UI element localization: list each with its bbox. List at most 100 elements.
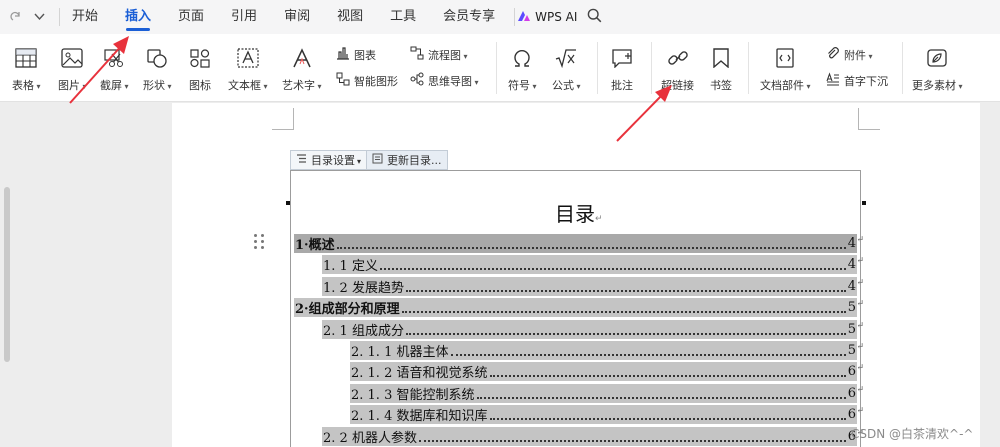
comment-button[interactable]: 批注 [611,34,633,93]
toc-entry[interactable]: 1. 1 定义 4 ↵ [322,255,864,274]
group-divider [597,42,598,94]
hyperlink-button[interactable]: 超链接 [661,34,694,93]
textbox-button[interactable]: 文本框 [228,34,268,93]
resize-handle[interactable] [862,201,866,205]
wordart-button[interactable]: 艺术字 [282,34,322,93]
paperclip-icon [826,46,840,63]
dot-leader [476,389,846,399]
toc-entry-text: 2. 1. 1 机器主体 [350,341,449,360]
toc-entry[interactable]: 2. 1. 2 语音和视觉系统 6 ↵ [350,362,864,381]
smartart-icon [336,72,350,89]
toc-entry[interactable]: 2. 2 机器人参数 6 ↵ [322,427,864,446]
toc-entry-label: 语音和视觉系统 [396,366,488,381]
dropcap-button[interactable]: 首字下沉 [826,72,888,89]
toc-entry-number: 2. 1. 4 [351,409,393,424]
symbol-button[interactable]: 符号 [508,34,537,93]
mindmap-label: 思维导图 [428,73,479,89]
toc-entry-label: 定义 [351,259,378,274]
redo-icon[interactable] [10,11,22,23]
toc-settings-button[interactable]: 目录设置 [291,151,366,169]
docparts-button[interactable]: 文档部件 [760,34,811,93]
screenshot-button[interactable]: 截屏 [100,34,129,93]
chevron-down-icon[interactable] [34,13,45,21]
tab-page[interactable]: 页面 [178,0,204,34]
toc-update-label: 更新目录... [387,154,442,167]
toc-settings-icon [296,153,307,167]
paragraph-mark: ↵ [856,342,864,352]
toc-entry-text: 2·组成部分和原理 [295,302,400,317]
toc-entry-label: 组成部分和原理 [308,302,400,317]
toc-entry-text: 2. 1. 4 数据库和知识库 [350,405,488,424]
tab-wps-ai[interactable]: WPS AI [517,10,577,25]
toc-entry-text: 2. 2 机器人参数 [322,427,417,446]
dot-leader [489,410,846,420]
wordart-label: 艺术字 [282,77,322,93]
more-materials-button[interactable]: 更多素材 [912,34,963,93]
toc-entry-text: 1. 2 发展趋势 [322,277,404,296]
tab-tools[interactable]: 工具 [390,0,416,34]
dot-leader [379,260,846,270]
flowchart-button[interactable]: 流程图 [410,46,468,63]
toc-entry-text: 2. 1 组成成分 [322,320,404,339]
drag-handle-icon[interactable] [254,234,265,249]
toc-entry[interactable]: 1. 2 发展趋势 4 ↵ [322,277,864,296]
tab-review[interactable]: 审阅 [284,0,310,34]
crop-mark [272,108,294,130]
comment-label: 批注 [611,79,633,92]
toc-entry[interactable]: 2·组成部分和原理 5 ↵ [294,298,864,317]
toc-toolbar: 目录设置 更新目录... [290,150,448,170]
picture-button[interactable]: 图片 [58,34,87,93]
dot-leader [450,346,846,356]
chart-button[interactable]: 图表 [336,46,376,63]
formula-button[interactable]: 公式 [552,34,581,93]
omega-icon [511,42,533,68]
tab-member[interactable]: 会员专享 [443,0,495,34]
tab-view[interactable]: 视图 [337,0,363,34]
crop-mark [858,108,880,130]
toc-entry-label: 数据库和知识库 [396,409,488,424]
toc-entry-label: 机器人参数 [351,431,417,446]
dropcap-label: 首字下沉 [844,74,888,88]
shape-button[interactable]: 形状 [143,34,172,93]
toc-entry-number: 2. 1. 1 [351,345,393,360]
group-divider [902,42,903,94]
toc-entry-label: 智能控制系统 [396,388,475,403]
toc-entry-number: 1. 2 [323,281,348,296]
toc-entry-number: 2. 2 [323,431,348,446]
dot-leader [405,325,846,335]
more-materials-label: 更多素材 [912,77,963,93]
tab-references[interactable]: 引用 [231,0,257,34]
toc-entry-number: 2. 1 [323,324,348,339]
paragraph-mark: ↵ [856,363,864,373]
search-icon[interactable] [587,8,602,27]
toc-entry[interactable]: 2. 1. 4 数据库和知识库 6 ↵ [350,405,864,424]
toc-update-button[interactable]: 更新目录... [366,151,447,169]
toc-entry[interactable]: 2. 1 组成成分 5 ↵ [322,320,864,339]
resize-handle[interactable] [286,201,290,205]
attachment-button[interactable]: 附件 [826,46,873,63]
toc-entry-text: 2. 1. 2 语音和视觉系统 [350,362,488,381]
toc-entry-number: 2 [295,302,305,317]
tab-insert[interactable]: 插入 [125,0,151,34]
table-button[interactable]: 表格 [12,34,41,93]
smartart-label: 智能图形 [354,74,398,88]
mindmap-button[interactable]: 思维导图 [410,72,479,89]
icon-button[interactable]: 图标 [189,34,211,93]
scissors-icon [103,42,125,68]
wordart-icon [291,42,313,68]
smartart-button[interactable]: 智能图形 [336,72,398,89]
toc-entry-label: 组成成分 [351,324,404,339]
picture-label: 图片 [58,77,87,93]
tab-home[interactable]: 开始 [72,0,98,34]
bookmark-button[interactable]: 书签 [710,34,732,93]
toc-entry[interactable]: 2. 1. 3 智能控制系统 6 ↵ [350,384,864,403]
toc-entry[interactable]: 1·概述 4 ↵ [294,234,864,253]
scrollbar[interactable] [4,187,10,362]
toc-entry[interactable]: 2. 1. 1 机器主体 5 ↵ [350,341,864,360]
toc-title: 目录↵ [555,198,603,227]
picture-icon [61,42,83,68]
table-label: 表格 [12,77,41,93]
dropcap-icon [826,72,840,89]
menu-bar: 开始 插入 页面 引用 审阅 视图 工具 会员专享 WPS AI [0,0,1000,34]
hyperlink-label: 超链接 [661,79,694,92]
